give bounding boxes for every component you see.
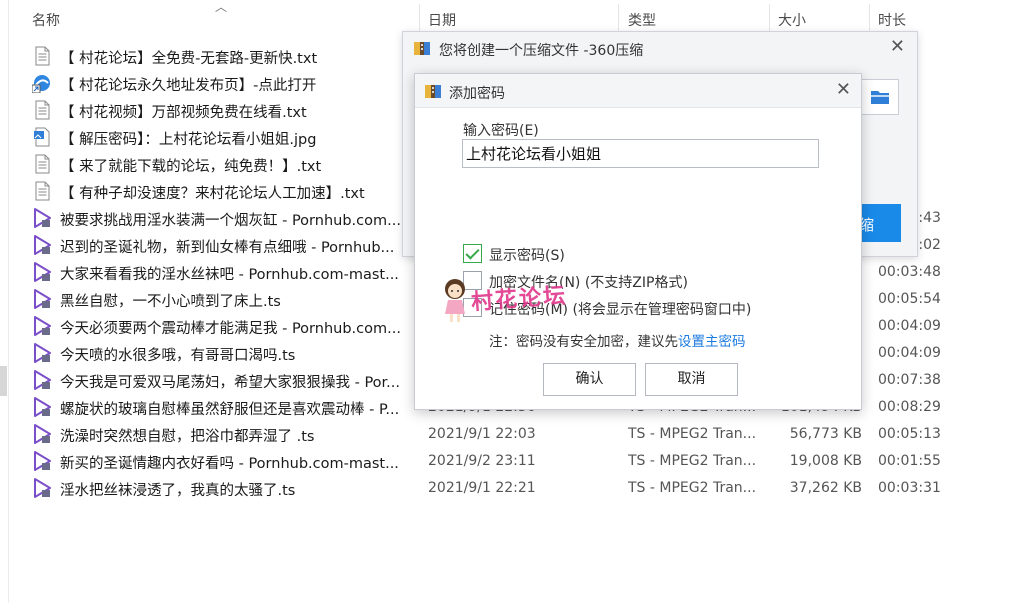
column-divider[interactable] (869, 4, 870, 32)
video-file-icon (32, 316, 52, 336)
text-file-icon (32, 154, 52, 174)
column-header-type[interactable]: 类型 (628, 10, 656, 30)
add-password-dialog: 添加密码 ✕ 输入密码(E) 显示密码(S) 加密文件名(N) (不支持ZIP格… (414, 73, 862, 410)
security-note: 注：密码没有安全加密，建议先设置主密码 (489, 330, 746, 350)
file-date: 2021/9/1 22:21 (428, 480, 536, 496)
add-password-title: 添加密码 (449, 86, 505, 102)
video-file-icon (32, 208, 52, 228)
file-name: 螺旋状的玻璃自慰棒虽然舒服但还是喜欢震动棒 - P... (60, 402, 400, 418)
file-type: TS - MPEG2 Tran... (628, 480, 757, 496)
add-password-titlebar[interactable]: 添加密码 ✕ (415, 74, 861, 108)
video-file-icon (32, 235, 52, 255)
text-file-icon (32, 100, 52, 120)
url-shortcut-icon (31, 73, 52, 94)
video-file-icon (32, 370, 52, 390)
file-row[interactable]: 洗澡时突然想自慰，把浴巾都弄湿了 .ts 2021/9/1 22:03 TS - M… (32, 421, 1022, 448)
file-name: 今天我是可爱双马尾荡妇，希望大家狠狠操我 - Por... (60, 375, 401, 391)
video-file-icon (32, 343, 52, 363)
file-date: 2021/9/1 22:03 (428, 426, 536, 442)
file-length: 00:07:38 (878, 372, 941, 388)
column-header-length[interactable]: 时长 (878, 10, 906, 30)
create-archive-titlebar[interactable]: 您将创建一个压缩文件 -360压缩 ✕ (403, 32, 917, 64)
sort-up-icon: ︿ (215, 0, 228, 14)
archive-icon (425, 85, 441, 98)
watermark-text: 村花论坛 (470, 283, 568, 316)
file-name: 【 村花论坛】全免费-无套路-更新快.txt (60, 51, 318, 67)
column-header-size[interactable]: 大小 (778, 10, 806, 30)
file-size: 19,008 KB (789, 453, 862, 469)
file-name: 迟到的圣诞礼物，新到仙女棒有点细哦 - Pornhub... (60, 240, 395, 256)
text-file-icon (32, 181, 52, 201)
file-name: 大家来看看我的淫水丝袜吧 - Pornhub.com-mast... (60, 267, 399, 283)
left-gutter (0, 0, 9, 603)
compress-now-button[interactable]: 缩 (859, 204, 901, 242)
watermark-mascot-icon (445, 279, 465, 322)
file-name: 【 村花论坛永久地址发布页】-点此打开 (60, 78, 317, 94)
file-size: 56,773 KB (789, 426, 862, 442)
file-length: 00:04:09 (878, 318, 941, 334)
file-type: TS - MPEG2 Tran... (628, 426, 757, 442)
file-row[interactable]: 淫水把丝袜浸透了，我真的太骚了.ts 2021/9/1 22:21 TS - MPE… (32, 475, 1022, 502)
column-header-date[interactable]: 日期 (428, 10, 456, 30)
column-divider[interactable] (618, 4, 619, 32)
archive-icon (414, 42, 430, 55)
text-file-icon (32, 46, 52, 66)
scroll-indicator[interactable] (0, 366, 7, 396)
image-file-icon (32, 127, 52, 147)
video-file-icon (32, 289, 52, 309)
file-name: 新买的圣诞情趣内衣好看吗 - Pornhub.com-mast... (60, 456, 399, 472)
file-name: 今天喷的水很多哦，有哥哥口渴吗.ts (60, 348, 296, 364)
close-icon[interactable]: ✕ (890, 36, 905, 57)
video-file-icon (32, 451, 52, 471)
file-name: 淫水把丝袜浸透了，我真的太骚了.ts (60, 483, 296, 499)
video-file-icon (32, 397, 52, 417)
file-length: 00:01:55 (878, 453, 941, 469)
file-length: 00:05:13 (878, 426, 941, 442)
file-name: 洗澡时突然想自慰，把浴巾都弄湿了 .ts (60, 429, 315, 445)
create-archive-title: 您将创建一个压缩文件 -360压缩 (439, 43, 644, 59)
file-row[interactable]: 新买的圣诞情趣内衣好看吗 - Pornhub.com-mast... 2021/9… (32, 448, 1022, 475)
confirm-button[interactable]: 确认 (543, 363, 636, 396)
video-file-icon (32, 478, 52, 498)
file-name: 【 有种子却没速度？来村花论坛人工加速】.txt (60, 186, 365, 202)
file-date: 2021/9/2 23:11 (428, 453, 536, 469)
password-input[interactable] (462, 139, 819, 168)
folder-icon (871, 91, 889, 104)
file-name: 【 村花视频】万部视频免费在线看.txt (60, 105, 307, 121)
file-length: 00:03:31 (878, 480, 941, 496)
show-password-label: 显示密码(S) (489, 248, 565, 264)
password-label: 输入密码(E) (463, 123, 539, 139)
show-password-checkbox[interactable] (463, 244, 482, 263)
file-length: 00:08:29 (878, 399, 941, 415)
cancel-button[interactable]: 取消 (645, 363, 738, 396)
video-file-icon (32, 262, 52, 282)
set-master-password-link[interactable]: 设置主密码 (678, 334, 746, 350)
file-name: 【 解压密码】：上村花论坛看小姐姐.jpg (60, 132, 317, 148)
file-name: 今天必须要两个震动棒才能满足我 - Pornhub.com... (60, 321, 401, 337)
file-size: 37,262 KB (789, 480, 862, 496)
browse-folder-button[interactable] (861, 79, 899, 115)
video-file-icon (32, 424, 52, 444)
column-header-name[interactable]: 名称 (32, 10, 60, 30)
file-length: 00:03:48 (878, 264, 941, 280)
close-icon[interactable]: ✕ (836, 79, 851, 100)
file-length: 00:04:09 (878, 345, 941, 361)
file-name: 被要求挑战用淫水装满一个烟灰缸 - Pornhub.com... (60, 213, 401, 229)
file-length: 00:05:54 (878, 291, 941, 307)
file-type: TS - MPEG2 Tran... (628, 453, 757, 469)
column-divider[interactable] (419, 4, 420, 32)
column-divider[interactable] (769, 4, 770, 32)
file-name: 【 来了就能下载的论坛，纯免费！】.txt (60, 159, 322, 175)
file-name: 黑丝自慰，一不小心喷到了床上.ts (60, 294, 281, 310)
security-note-text: 注：密码没有安全加密，建议先 (489, 334, 678, 350)
